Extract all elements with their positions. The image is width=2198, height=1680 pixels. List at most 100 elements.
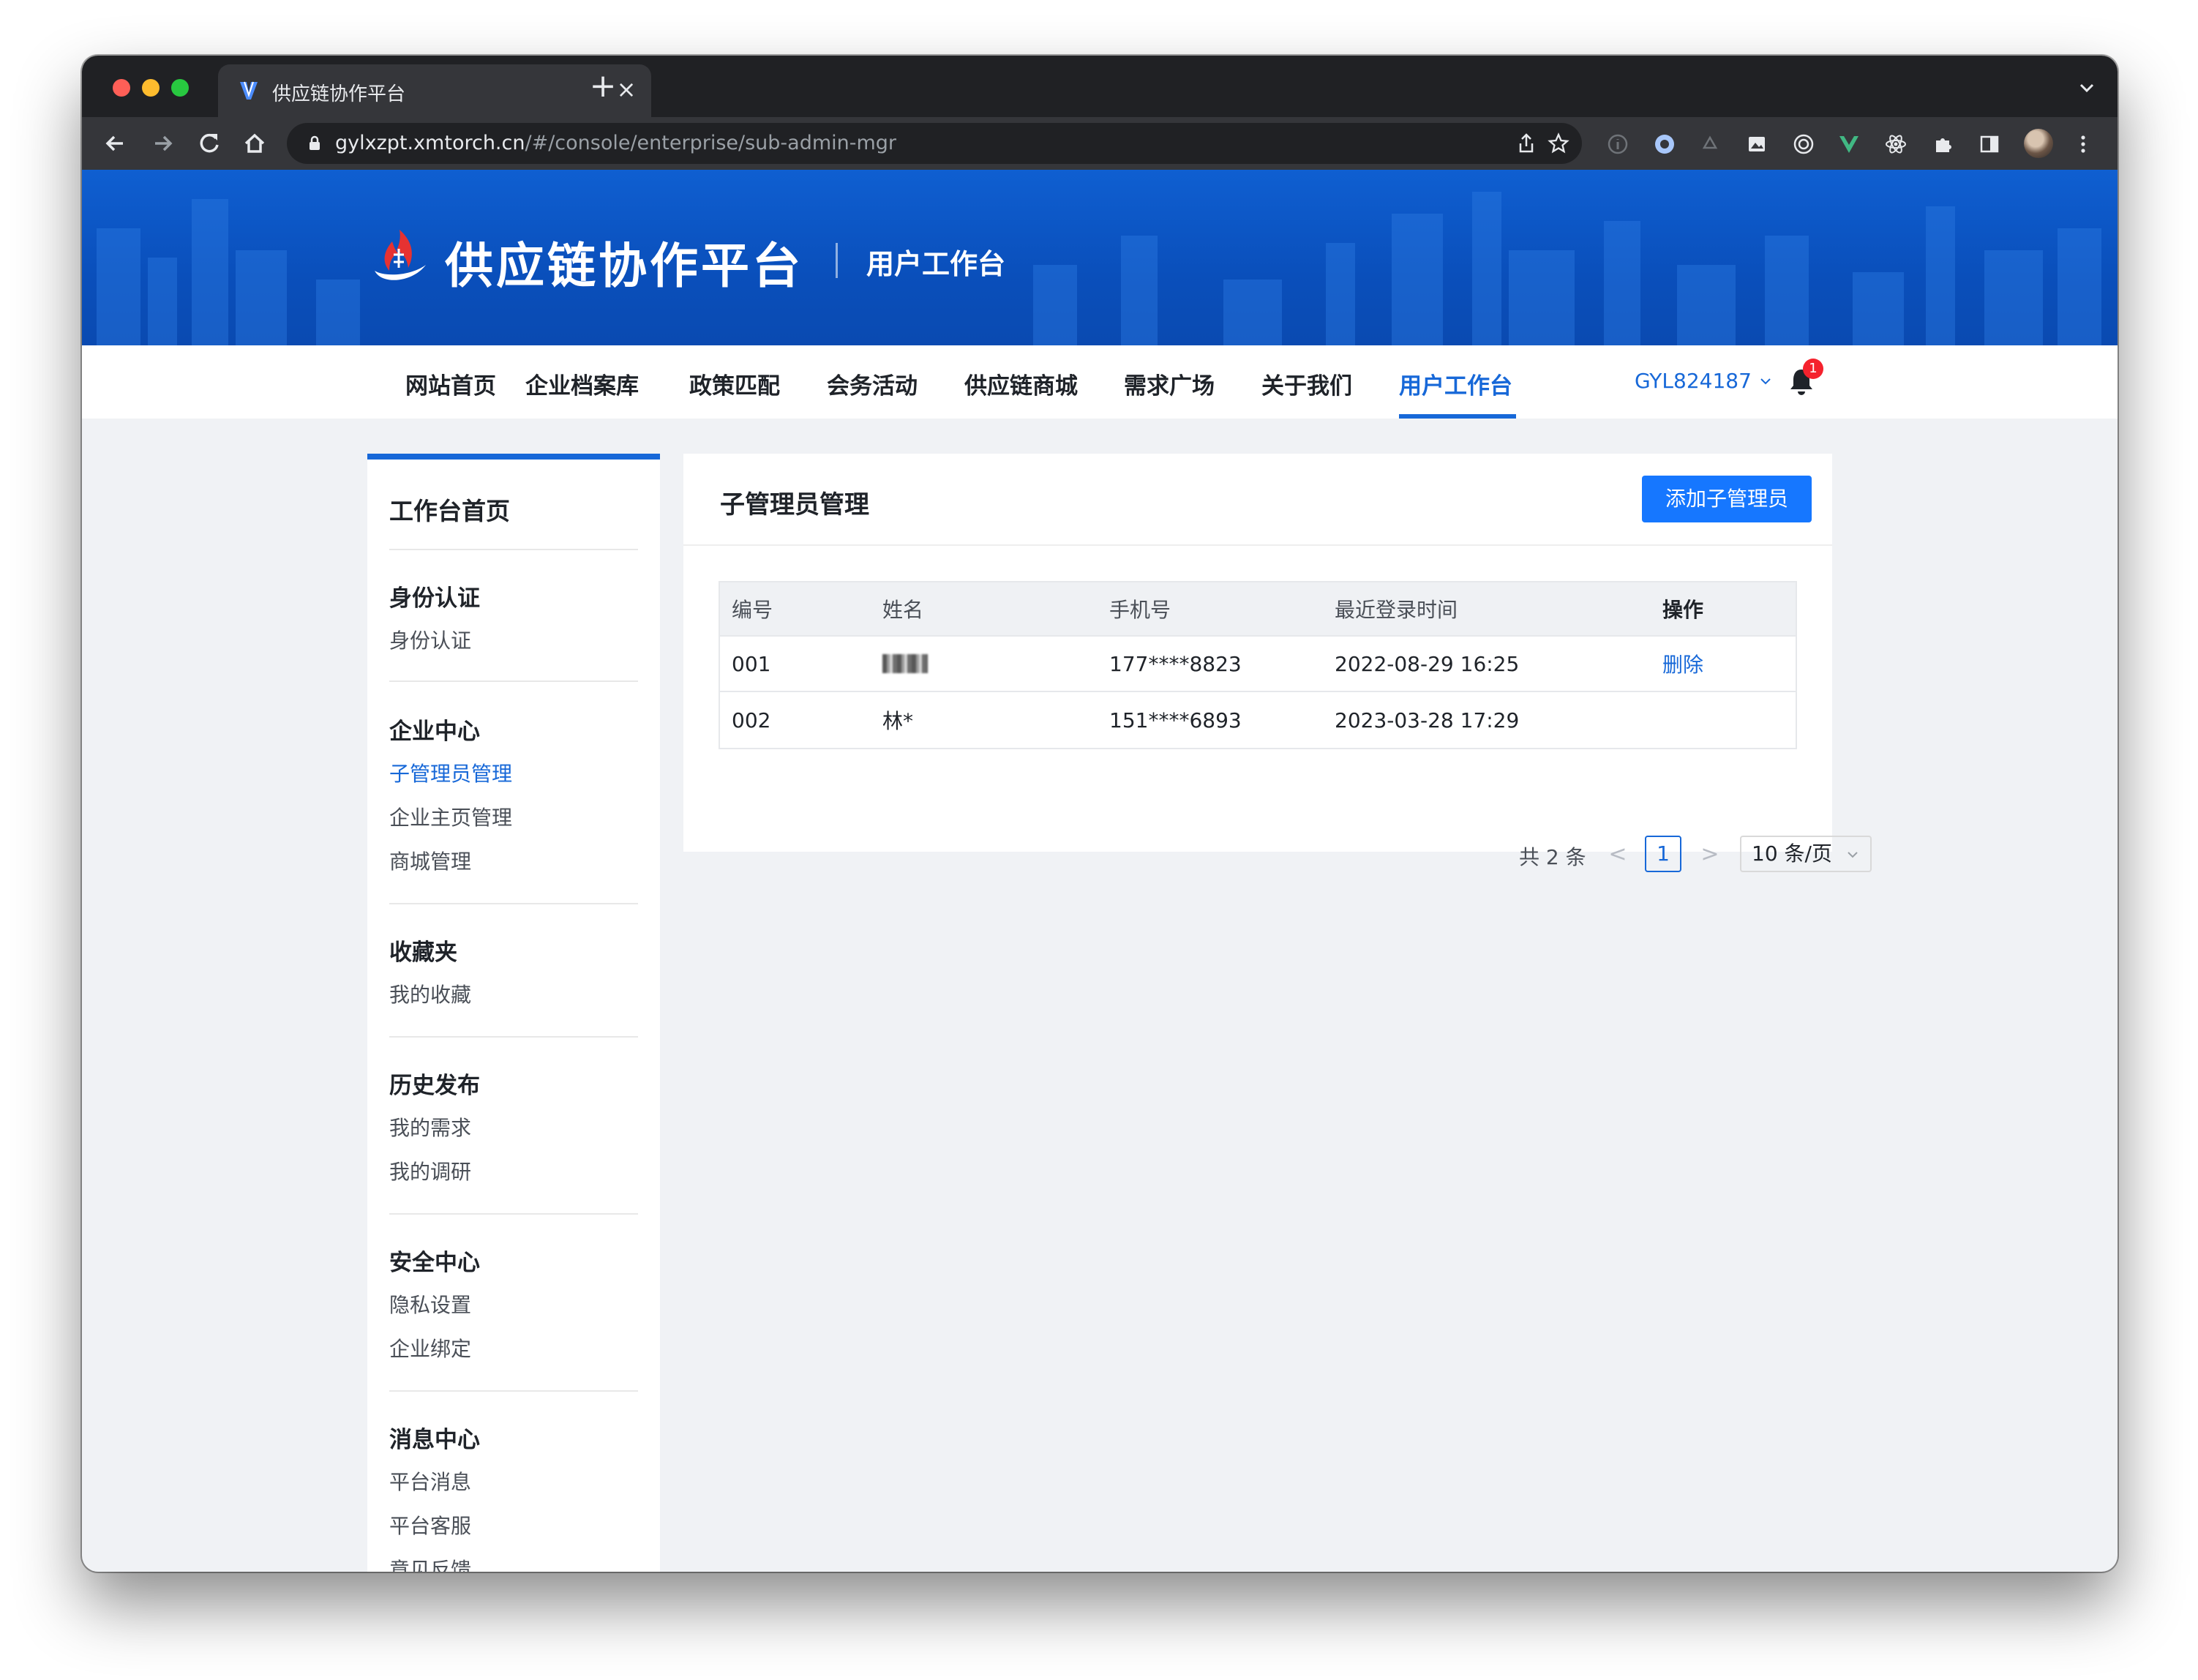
site-banner: 供应链协作平台 用户工作台: [82, 170, 2118, 345]
page-size-value: 10 条/页: [1752, 841, 1832, 866]
cell-last-login: 2023-03-28 17:29: [1335, 708, 1520, 732]
site-title: 供应链协作平台: [445, 238, 803, 294]
page-title: 子管理员管理: [720, 490, 869, 520]
tab-search-chevron-icon[interactable]: [2072, 73, 2101, 102]
sub-admin-card: 子管理员管理 添加子管理员 编号 姓名 手机号 最近登录时间 操作 001 17…: [683, 454, 1872, 872]
table-row: 002 林* 151****6893 2023-03-28 17:29: [720, 692, 1796, 748]
sidebar-section-enterprise: 企业中心: [389, 719, 480, 745]
target-extension-icon[interactable]: [1791, 132, 1816, 157]
nav-item-events[interactable]: 会务活动: [827, 367, 918, 400]
chevron-down-icon: [1848, 852, 1858, 858]
lock-icon[interactable]: [304, 133, 325, 154]
share-icon[interactable]: [1515, 132, 1538, 155]
notification-count-badge: 1: [1803, 359, 1823, 379]
maximize-window-button[interactable]: [171, 79, 189, 97]
cell-name: 林*: [882, 709, 914, 733]
nav-item-supply-mall[interactable]: 供应链商城: [964, 367, 1078, 400]
nav-item-policy-match[interactable]: 政策匹配: [689, 367, 780, 400]
image-extension-icon[interactable]: [1744, 132, 1769, 157]
new-tab-button[interactable]: +: [587, 70, 619, 102]
column-header-actions: 操作: [1662, 598, 1704, 622]
chevron-down-icon[interactable]: [1758, 373, 1774, 389]
sidebar-item-my-favorites[interactable]: 我的收藏: [389, 979, 471, 1008]
browser-tab-bar: 供应链协作平台 × +: [82, 56, 2118, 117]
active-nav-underline: [1399, 414, 1516, 419]
sidebar-item-mall-management[interactable]: 商城管理: [389, 846, 471, 875]
card-divider: [683, 544, 1832, 546]
extensions-puzzle-icon[interactable]: [1930, 132, 1955, 157]
tab-title: 供应链协作平台: [272, 83, 406, 105]
sidebar-item-enterprise-homepage[interactable]: 企业主页管理: [389, 802, 512, 831]
info-extension-icon[interactable]: [1605, 132, 1630, 157]
sidebar-item-my-demands[interactable]: 我的需求: [389, 1112, 471, 1141]
page-size-select[interactable]: 10 条/页: [1740, 836, 1872, 872]
minimize-window-button[interactable]: [142, 79, 160, 97]
cell-id: 001: [732, 651, 771, 676]
vue-devtools-icon[interactable]: [1837, 132, 1861, 157]
sidebar-item-enterprise-binding[interactable]: 企业绑定: [389, 1333, 471, 1362]
sidebar-divider: [389, 680, 638, 682]
delete-link[interactable]: 删除: [1662, 637, 1703, 691]
column-header-last-login: 最近登录时间: [1335, 598, 1458, 622]
browser-toolbar: gylxzpt.xmtorch.cn/#/console/enterprise/…: [82, 117, 2118, 170]
sidebar-item-identity-verification[interactable]: 身份认证: [389, 625, 471, 654]
sidebar-item-feedback[interactable]: 意见反馈: [389, 1554, 471, 1572]
sidebar-item-sub-admin-management[interactable]: 子管理员管理: [389, 758, 512, 787]
main-navigation: 网站首页 企业档案库 政策匹配 会务活动 供应链商城 需求广场 关于我们 用户工…: [82, 345, 2118, 419]
pagination-next-button[interactable]: >: [1699, 841, 1721, 867]
reload-icon[interactable]: [193, 127, 225, 160]
redacted-name-block: [882, 654, 928, 673]
add-sub-admin-button[interactable]: 添加子管理员: [1642, 476, 1812, 522]
sidebar-divider: [389, 549, 638, 550]
nav-item-enterprise-archive[interactable]: 企业档案库: [525, 367, 639, 400]
sidebar-item-privacy-settings[interactable]: 隐私设置: [389, 1289, 471, 1319]
cell-phone: 151****6893: [1109, 708, 1242, 732]
sidebar-divider: [389, 1213, 638, 1215]
sidebar-divider: [389, 903, 638, 904]
column-header-phone: 手机号: [1109, 598, 1171, 622]
home-icon[interactable]: [239, 127, 271, 160]
url-text[interactable]: gylxzpt.xmtorch.cn/#/console/enterprise/…: [335, 132, 896, 154]
user-account-menu[interactable]: GYL824187: [1635, 369, 1752, 393]
sidebar-item-my-surveys[interactable]: 我的调研: [389, 1156, 471, 1185]
pagination-prev-button[interactable]: <: [1607, 841, 1629, 867]
close-window-button[interactable]: [113, 79, 130, 97]
forward-arrow-icon[interactable]: [146, 127, 179, 160]
nav-item-demand-square[interactable]: 需求广场: [1124, 367, 1215, 400]
nav-item-user-workbench[interactable]: 用户工作台: [1399, 367, 1512, 400]
sidebar-item-workbench-home[interactable]: 工作台首页: [389, 492, 510, 527]
table-row: 001 177****8823 2022-08-29 16:25 删除: [720, 637, 1796, 692]
cell-last-login: 2022-08-29 16:25: [1335, 651, 1520, 676]
sub-admin-table: 编号 姓名 手机号 最近登录时间 操作 001 177****8823 2022…: [719, 581, 1797, 749]
sidebar-item-platform-support[interactable]: 平台客服: [389, 1510, 471, 1540]
site-subtitle: 用户工作台: [866, 248, 1006, 280]
recycle-extension-icon[interactable]: [1698, 132, 1722, 157]
sidebar-divider: [389, 1390, 638, 1392]
title-divider: [836, 243, 838, 278]
sidebar-section-identity: 身份认证: [389, 585, 480, 612]
cell-name-redacted: [882, 637, 928, 691]
sidebar-section-favorites: 收藏夹: [389, 940, 457, 966]
sidebar-section-security: 安全中心: [389, 1250, 480, 1276]
pagination-page-button[interactable]: 1: [1645, 836, 1681, 872]
address-bar[interactable]: gylxzpt.xmtorch.cn/#/console/enterprise/…: [287, 123, 1582, 164]
back-arrow-icon[interactable]: [100, 127, 132, 160]
nav-item-about-us[interactable]: 关于我们: [1261, 367, 1352, 400]
column-header-id: 编号: [732, 598, 773, 622]
more-menu-icon[interactable]: [2071, 132, 2096, 157]
cell-id: 002: [732, 708, 771, 732]
browser-window: 供应链协作平台 × + gylxzpt.xmtorch.cn/#/console: [82, 56, 2118, 1572]
cell-phone: 177****8823: [1109, 651, 1242, 676]
side-panel-icon[interactable]: [1977, 132, 2002, 157]
nav-item-home[interactable]: 网站首页: [405, 367, 496, 400]
sidebar-item-platform-messages[interactable]: 平台消息: [389, 1466, 471, 1496]
sidebar-section-messages: 消息中心: [389, 1427, 480, 1453]
react-devtools-icon[interactable]: [1883, 132, 1908, 157]
bookmark-star-icon[interactable]: [1547, 132, 1570, 155]
profile-avatar[interactable]: [2024, 129, 2053, 158]
sidebar-divider: [389, 1036, 638, 1038]
table-header: 编号 姓名 手机号 最近登录时间 操作: [720, 582, 1796, 637]
site-logo-icon: [375, 230, 426, 280]
column-header-name: 姓名: [882, 598, 924, 622]
blue-circle-extension-icon[interactable]: [1652, 132, 1677, 157]
